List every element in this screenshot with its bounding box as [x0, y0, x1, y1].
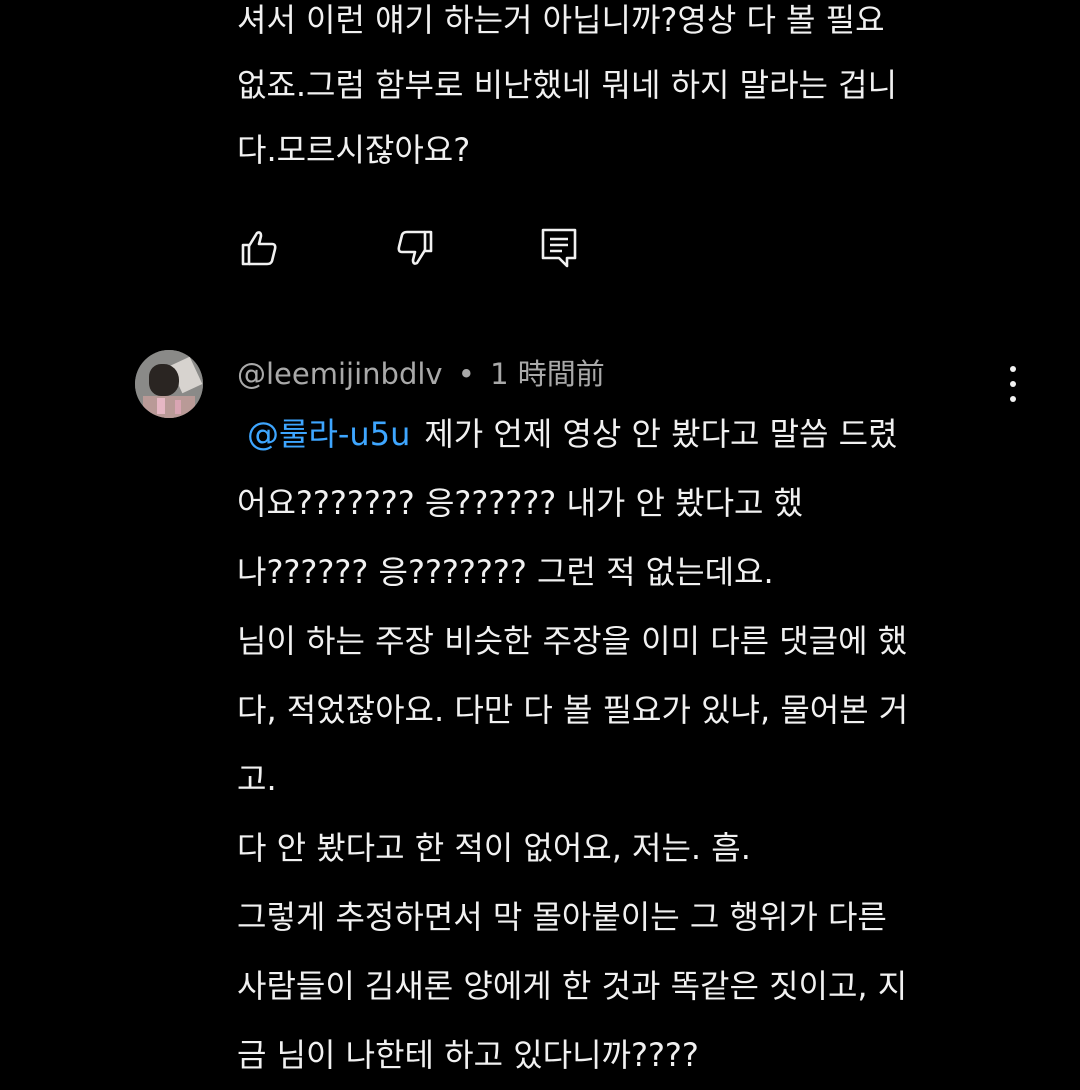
comment-text-line: 셔서 이런 얘기 하는거 아닙니까?영상 다 볼 필요	[237, 1, 885, 39]
comment-text-line: 다.모르시잖아요?	[237, 131, 471, 169]
comment-timestamp[interactable]: 1 時間前	[490, 357, 605, 391]
comment-author[interactable]: @leemijinbdlv	[237, 357, 443, 391]
comment-text-line: 님이 하는 주장 비슷한 주장을 이미 다른 댓글에 했	[237, 622, 908, 660]
thumbs-up-icon[interactable]	[238, 226, 280, 270]
previous-comment-body: 셔서 이런 얘기 하는거 아닙니까?영상 다 볼 필요 없죠.그럼 함부로 비난…	[237, 0, 1017, 183]
comment-text-line: @룰라-u5u 제가 언제 영상 안 봤다고 말씀 드렸	[237, 400, 1027, 469]
reply-comment-icon[interactable]	[538, 226, 580, 270]
meta-separator: •	[457, 357, 475, 391]
thumbs-down-icon[interactable]	[394, 226, 436, 270]
comment-text-line: 다, 적었잖아요. 다만 다 볼 필요가 있냐, 물어본 거	[237, 691, 909, 729]
mention-link[interactable]: @룰라-u5u	[247, 415, 410, 453]
comment-body: @룰라-u5u 제가 언제 영상 안 봤다고 말씀 드렸 어요??????? 응?…	[237, 400, 1027, 1090]
comment-text-line: 그렇게 추정하면서 막 몰아붙이는 그 행위가 다른	[237, 898, 887, 936]
avatar[interactable]	[135, 350, 203, 418]
comment-meta: @leemijinbdlv • 1 時間前	[237, 348, 605, 400]
comment-action-bar	[238, 226, 598, 270]
comment-text-line: 사람들이 김새론 양에게 한 것과 똑같은 짓이고, 지	[237, 967, 908, 1005]
comment-text-line: 어요??????? 응?????? 내가 안 봤다고 했	[237, 484, 804, 522]
comment-text-line: 다 안 봤다고 한 적이 없어요, 저는. 흠.	[237, 829, 751, 867]
comment-text-line: 고.	[237, 760, 277, 798]
comment-text-line: 나?????? 응??????? 그런 적 없는데요.	[237, 553, 774, 591]
comment-text-segment: 제가 언제 영상 안 봤다고 말씀 드렸	[424, 415, 898, 453]
comment-text-line: 없죠.그럼 함부로 비난했네 뭐네 하지 말라는 겁니	[237, 66, 898, 104]
more-vertical-icon[interactable]	[1000, 364, 1026, 404]
